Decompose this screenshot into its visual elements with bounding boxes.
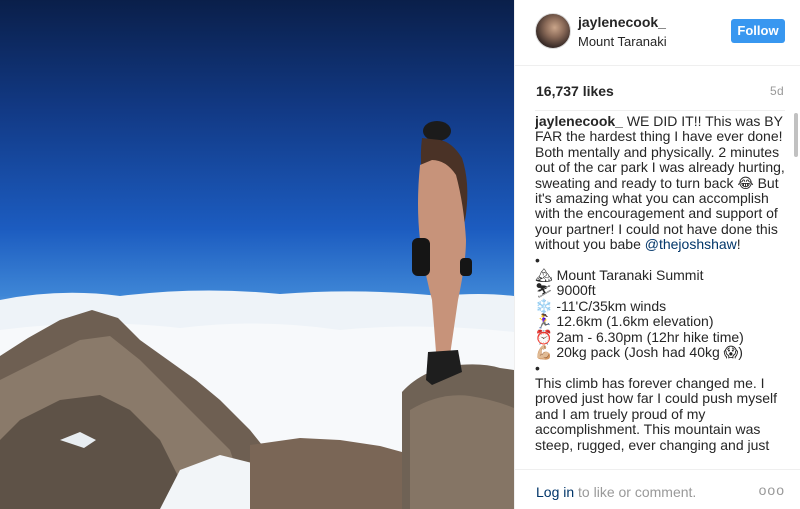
post-side-panel: jaylenecook_ Mount Taranaki Follow 16,73… [514,0,800,509]
caption-scrollbar[interactable] [794,113,798,157]
likes-count[interactable]: 16,737 likes [536,83,614,99]
more-options-icon[interactable]: ooo [759,482,785,498]
caption-username-link[interactable]: jaylenecook_ [535,114,623,129]
divider [535,110,785,111]
mention-link[interactable]: @thejoshshaw [645,236,737,252]
stat-line: 🏔 Mount Taranaki Summit [535,267,704,284]
mountain-summit-scene [0,121,514,509]
stat-line: ❄️ -11'C/35km winds [535,297,667,314]
stat-line: ⏰ 2am - 6.30pm (12hr hike time) [535,328,744,345]
username-link[interactable]: jaylenecook_ [578,14,666,30]
stat-line: 💪🏼 20kg pack (Josh had 40kg 😱) [535,344,743,361]
stat-line: 🏃‍♀️ 12.6km (1.6km elevation) [535,313,714,330]
caption-text: WE DID IT!! This was BY FAR the hardest … [535,114,785,253]
caption-text-tail: ! [736,236,741,253]
login-prompt: Log in to like or comment. [536,484,696,500]
avatar[interactable] [535,13,571,49]
follow-button[interactable]: Follow [731,19,785,43]
caption-bullet: • [535,359,540,376]
login-link[interactable]: Log in [536,484,574,500]
caption-bullet: • [535,251,540,268]
stat-line: ⛷ 9000ft [535,282,596,299]
login-prompt-text: to like or comment. [574,484,697,500]
caption: jaylenecook_ WE DID IT!! This was BY FAR… [535,114,795,454]
caption-text: This climb has forever changed me. I pro… [535,374,778,453]
post-age[interactable]: 5d [770,84,784,98]
post-header: jaylenecook_ Mount Taranaki Follow [515,0,800,66]
post-footer: Log in to like or comment. ooo [515,469,800,509]
location-link[interactable]: Mount Taranaki [578,34,667,49]
post-photo[interactable] [0,0,514,509]
